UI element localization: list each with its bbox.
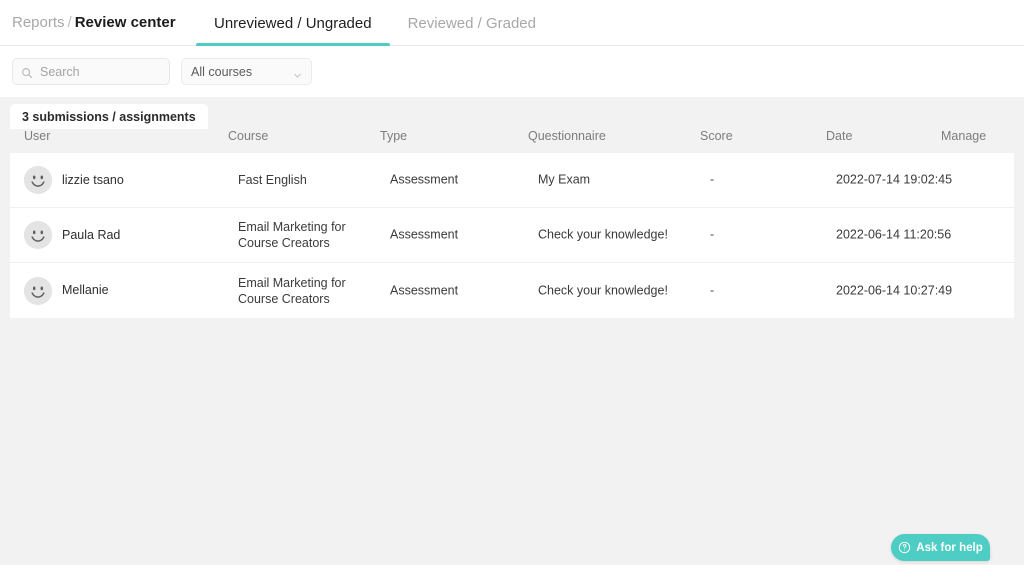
tab-reviewed-graded[interactable]: Reviewed / Graded bbox=[390, 0, 554, 46]
cell-type: Assessment bbox=[390, 172, 459, 187]
avatar bbox=[24, 166, 52, 194]
breadcrumb: Reports / Review center bbox=[12, 13, 176, 33]
table-row[interactable]: lizzie tsano Fast English Assessment My Exa… bbox=[10, 153, 1014, 208]
cell-score: - bbox=[710, 227, 715, 242]
cell-date: 2022-07-14 19:02:45 bbox=[836, 172, 953, 187]
chevron-down-icon bbox=[293, 67, 302, 78]
ask-for-help-label: Ask for help bbox=[916, 541, 983, 554]
cell-user: lizzie tsano bbox=[24, 166, 124, 194]
course-filter-value: All courses bbox=[191, 64, 253, 79]
cell-user: Paula Rad bbox=[24, 221, 120, 249]
search-icon bbox=[21, 66, 33, 78]
column-header-manage: Manage bbox=[941, 129, 987, 143]
top-bar: Reports / Review center Unreviewed / Ungra… bbox=[0, 0, 1024, 46]
submissions-count-tab[interactable]: 3 submissions / assignments bbox=[10, 104, 208, 129]
cell-course: Fast English bbox=[238, 173, 307, 187]
submissions-table: User Course Type Questionnaire Score Date Mana… bbox=[0, 129, 1024, 318]
cell-user-name: Mellanie bbox=[62, 283, 109, 297]
column-header-type: Type bbox=[380, 129, 408, 143]
cell-user-name: Paula Rad bbox=[62, 227, 121, 242]
ask-for-help-button[interactable]: Ask for help bbox=[891, 534, 990, 561]
table-row[interactable]: Mellanie Email Marketing for Course Creat… bbox=[10, 263, 1014, 318]
tab-unreviewed-ungraded-label: Unreviewed / Ungraded bbox=[214, 15, 372, 32]
tab-reviewed-graded-label: Reviewed / Graded bbox=[407, 15, 536, 32]
question-circle-icon bbox=[898, 541, 911, 554]
avatar bbox=[24, 276, 52, 305]
cell-questionnaire: Check your knowledge! bbox=[538, 283, 668, 297]
table-body: lizzie tsano Fast English Assessment My Exa… bbox=[0, 153, 1024, 318]
column-header-course: Course bbox=[228, 129, 269, 143]
search-input[interactable] bbox=[40, 64, 161, 79]
cell-score: - bbox=[710, 172, 715, 187]
cell-date: 2022-06-14 11:20:56 bbox=[836, 227, 952, 242]
search-box[interactable] bbox=[12, 58, 170, 85]
table-row[interactable]: Paula Rad Email Marketing for Course Crea… bbox=[10, 208, 1014, 263]
cell-questionnaire: Check your knowledge! bbox=[538, 227, 668, 242]
cell-user: Mellanie bbox=[24, 276, 109, 305]
column-header-date: Date bbox=[826, 129, 853, 143]
table-header-row: User Course Type Questionnaire Score Date Mana… bbox=[0, 129, 1024, 153]
column-header-score: Score bbox=[700, 129, 733, 143]
content-area: 3 submissions / assignments User Course Ty… bbox=[0, 97, 1024, 565]
breadcrumb-separator: / bbox=[67, 14, 72, 31]
submissions-count-label: 3 submissions / assignments bbox=[22, 109, 196, 124]
review-center-page: Reports / Review center Unreviewed / Ungra… bbox=[0, 0, 1024, 565]
tab-unreviewed-ungraded[interactable]: Unreviewed / Ungraded bbox=[196, 0, 390, 46]
cell-date: 2022-06-14 10:27:49 bbox=[836, 283, 953, 297]
column-header-user: User bbox=[24, 129, 51, 143]
cell-questionnaire: My Exam bbox=[538, 172, 591, 187]
filter-bar: All courses bbox=[0, 46, 1024, 97]
tab-bar: Unreviewed / Ungraded Reviewed / Graded bbox=[196, 0, 554, 46]
column-header-questionnaire: Questionnaire bbox=[528, 129, 606, 143]
breadcrumb-parent[interactable]: Reports bbox=[12, 14, 65, 31]
cell-user-name: lizzie tsano bbox=[62, 172, 124, 187]
page-title: Review center bbox=[74, 14, 176, 31]
cell-course: Email Marketing for Course Creators bbox=[238, 220, 346, 250]
cell-type: Assessment bbox=[390, 227, 459, 242]
cell-course: Email Marketing for Course Creators bbox=[238, 275, 346, 306]
cell-score: - bbox=[710, 283, 715, 297]
cell-type: Assessment bbox=[390, 283, 459, 297]
course-filter-select[interactable]: All courses bbox=[181, 58, 312, 85]
avatar bbox=[24, 221, 52, 249]
